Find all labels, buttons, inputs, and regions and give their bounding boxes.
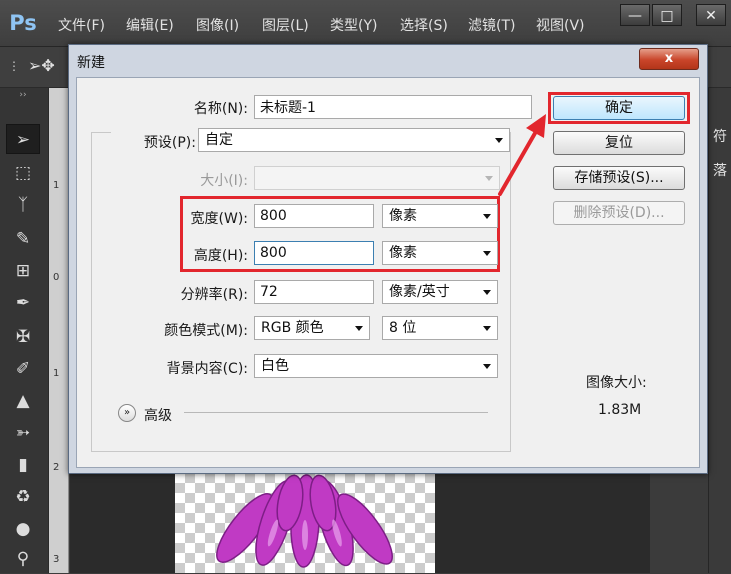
move-tool-preset-icon[interactable]: ➢✥ (28, 56, 55, 75)
app-close-button[interactable]: ✕ (696, 4, 726, 26)
healing-brush-tool-icon[interactable]: ✠ (6, 322, 40, 352)
save-preset-button[interactable]: 存储预设(S)... (553, 166, 685, 190)
chevron-down-icon (483, 290, 491, 295)
crop-tool-icon[interactable]: ⊞ (6, 256, 40, 286)
height-unit-select[interactable]: 像素 (382, 241, 498, 265)
dodge-tool-icon[interactable]: ⚲ (6, 544, 40, 574)
chevron-down-icon (495, 138, 503, 143)
color-mode-value: RGB 颜色 (261, 320, 324, 336)
ruler-number: 1 (53, 180, 60, 191)
clone-stamp-tool-icon[interactable]: ▲ (6, 386, 40, 416)
size-select (254, 166, 500, 190)
preset-label: 预设(P): (143, 135, 196, 151)
chevron-down-icon (483, 364, 491, 369)
height-label: 高度(H): (193, 248, 248, 264)
move-tool-icon[interactable]: ➢ (6, 124, 40, 154)
ruler-number: 1 (53, 368, 60, 379)
character-panel-tab[interactable]: 符 (713, 126, 727, 146)
ruler-number: 3 (53, 554, 60, 565)
paragraph-panel-tab[interactable]: 落 (713, 160, 727, 180)
maximize-icon: □ (660, 8, 674, 24)
history-brush-tool-icon[interactable]: ➳ (6, 418, 40, 448)
delete-preset-button: 删除预设(D)... (553, 201, 685, 225)
panel-collapse-icon[interactable]: ›› (6, 88, 40, 102)
background-value: 白色 (261, 358, 289, 374)
preset-select-value: 自定 (205, 132, 233, 148)
background-label: 背景内容(C): (166, 361, 248, 377)
dialog-close-button[interactable]: x (639, 48, 699, 70)
menu-file[interactable]: 文件(F) (58, 15, 105, 35)
chevron-double-down-icon: » (123, 407, 131, 418)
close-icon: ✕ (705, 8, 717, 24)
menu-layer[interactable]: 图层(L) (262, 15, 309, 35)
size-label: 大小(I): (200, 173, 248, 189)
menu-select[interactable]: 选择(S) (400, 15, 448, 35)
name-label: 名称(N): (193, 101, 248, 117)
bit-depth-value: 8 位 (389, 320, 417, 336)
menu-type[interactable]: 类型(Y) (330, 15, 377, 35)
quick-selection-tool-icon[interactable]: ✎ (6, 224, 40, 254)
reset-button[interactable]: 复位 (553, 131, 685, 155)
paint-bucket-tool-icon[interactable]: ♻ (6, 482, 40, 512)
dialog-title: 新建 (77, 55, 105, 71)
color-mode-label: 颜色模式(M): (164, 323, 248, 339)
dialog-titlebar[interactable]: 新建 x (69, 45, 707, 77)
background-select[interactable]: 白色 (254, 354, 498, 378)
marquee-tool-icon[interactable]: ⬚ (6, 158, 40, 188)
eraser-tool-icon[interactable]: ▮ (6, 450, 40, 480)
advanced-divider (184, 412, 488, 413)
resolution-label: 分辨率(R): (180, 287, 248, 303)
name-input[interactable] (254, 95, 532, 119)
menu-bar: Ps 文件(F) 编辑(E) 图像(I) 图层(L) 类型(Y) 选择(S) 滤… (0, 0, 731, 47)
chevron-down-icon (355, 326, 363, 331)
menu-filter[interactable]: 滤镜(T) (468, 15, 515, 35)
photoshop-logo: Ps (9, 11, 37, 35)
height-input[interactable] (254, 241, 374, 265)
menu-view[interactable]: 视图(V) (536, 15, 585, 35)
advanced-toggle-button[interactable]: » (118, 404, 136, 422)
blur-tool-icon[interactable]: ● (6, 514, 40, 544)
maximize-button[interactable]: □ (652, 4, 682, 26)
close-icon: x (664, 51, 674, 66)
menu-image[interactable]: 图像(I) (196, 15, 239, 35)
resolution-unit-select[interactable]: 像素/英寸 (382, 280, 498, 304)
ok-button[interactable]: 确定 (553, 96, 685, 120)
preset-select[interactable]: 自定 (198, 128, 510, 152)
lasso-tool-icon[interactable]: ᛉ (6, 190, 40, 220)
brush-tool-icon[interactable]: ✐ (6, 354, 40, 384)
chevron-down-icon (483, 326, 491, 331)
height-unit-value: 像素 (389, 245, 417, 261)
vertical-ruler: 1 0 1 2 3 (49, 88, 69, 573)
resolution-input[interactable] (254, 280, 374, 304)
tool-panel: ›› ➢ ⬚ ᛉ ✎ ⊞ ✒ ✠ ✐ ▲ ➳ ▮ ♻ ● ⚲ (0, 88, 49, 573)
menu-edit[interactable]: 编辑(E) (126, 15, 174, 35)
width-unit-value: 像素 (389, 208, 417, 224)
width-label: 宽度(W): (190, 211, 248, 227)
bit-depth-select[interactable]: 8 位 (382, 316, 498, 340)
minimize-button[interactable]: — (620, 4, 650, 26)
eyedropper-tool-icon[interactable]: ✒ (6, 288, 40, 318)
width-input[interactable] (254, 204, 374, 228)
chevron-down-icon (483, 251, 491, 256)
chevron-down-icon (485, 176, 493, 181)
width-unit-select[interactable]: 像素 (382, 204, 498, 228)
resolution-unit-value: 像素/英寸 (389, 284, 450, 300)
minimize-icon: — (628, 8, 642, 24)
flower-image (216, 474, 393, 568)
right-panel-strip: 符 落 (708, 88, 731, 573)
image-size-value: 1.83M (598, 402, 642, 418)
grip-icon: ⋮ (8, 59, 20, 73)
chevron-down-icon (483, 214, 491, 219)
image-size-label: 图像大小: (586, 375, 647, 391)
advanced-label: 高级 (144, 408, 172, 424)
document-canvas[interactable] (175, 473, 435, 573)
color-mode-select[interactable]: RGB 颜色 (254, 316, 370, 340)
ruler-number: 2 (53, 462, 60, 473)
ruler-number: 0 (53, 272, 60, 283)
